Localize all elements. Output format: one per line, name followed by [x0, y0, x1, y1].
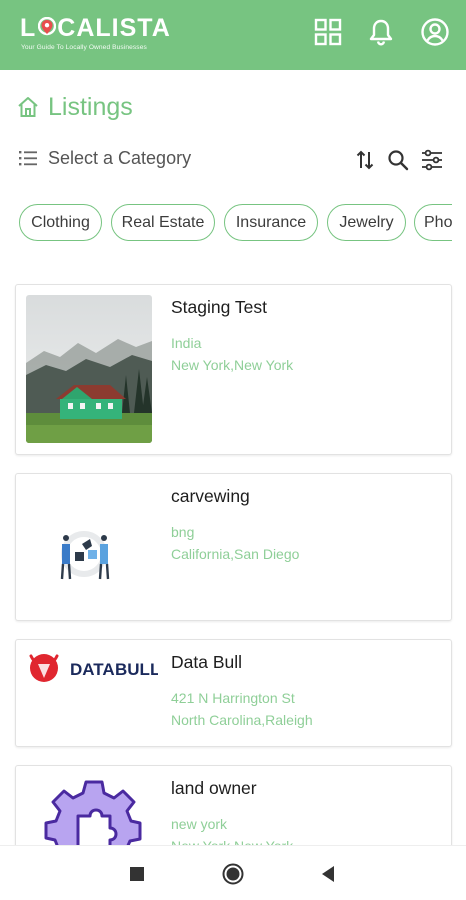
category-chips: Clothing Real Estate Insurance Jewelry P…: [0, 204, 452, 242]
chip-clothing[interactable]: Clothing: [19, 204, 102, 241]
listing-logo: [26, 484, 152, 612]
back-triangle-icon[interactable]: [316, 862, 340, 886]
sort-icon[interactable]: [353, 148, 377, 172]
app-screen: L CALISTA Your Guide To Locally Owned Bu…: [0, 0, 466, 900]
localista-logo[interactable]: L CALISTA Your Guide To Locally Owned Bu…: [20, 12, 200, 58]
chip-real-estate[interactable]: Real Estate: [111, 204, 215, 241]
listing-location: North Carolina,Raleigh: [171, 712, 313, 728]
listing-card[interactable]: Staging Test India New York,New York: [15, 284, 452, 455]
account-icon[interactable]: [420, 17, 450, 47]
listing-card[interactable]: carvewing bng California,San Diego: [15, 473, 452, 621]
logo-letter-l: L: [20, 14, 37, 42]
databull-logo: DATA BULL: [26, 646, 158, 692]
listing-subtitle: India: [171, 335, 202, 351]
list-icon: [19, 151, 37, 166]
home-circle-icon[interactable]: [221, 862, 245, 886]
chip-insurance[interactable]: Insurance: [224, 204, 318, 241]
chip-partial[interactable]: Pho: [414, 204, 452, 241]
chip-jewelry[interactable]: Jewelry: [327, 204, 406, 241]
system-nav-bar: [0, 845, 466, 900]
logo-wordmark: L CALISTA: [20, 14, 171, 43]
listing-title[interactable]: land owner: [171, 778, 257, 799]
listing-location: New York,New York: [171, 357, 294, 373]
logo-text-data: DATA: [70, 660, 115, 679]
listing-title[interactable]: carvewing: [171, 486, 250, 507]
page-title: Listings: [48, 92, 133, 121]
logo-text-bull: BULL: [115, 660, 158, 679]
listing-title[interactable]: Data Bull: [171, 652, 242, 673]
page-title-row: Listings: [16, 92, 133, 122]
filter-icon[interactable]: [420, 148, 444, 172]
listing-card[interactable]: DATA BULL Data Bull 421 N Harrington St …: [15, 639, 452, 747]
logo-letters-rest: CALISTA: [57, 14, 171, 42]
search-icon[interactable]: [386, 148, 410, 172]
grid-icon[interactable]: [313, 17, 343, 47]
app-header: L CALISTA Your Guide To Locally Owned Bu…: [0, 0, 466, 70]
recents-square-icon[interactable]: [125, 862, 149, 886]
category-label: Select a Category: [48, 147, 192, 168]
category-selector[interactable]: Select a Category: [18, 146, 191, 170]
listing-photo: [26, 295, 152, 443]
listing-subtitle: bng: [171, 524, 195, 540]
listing-subtitle: 421 N Harrington St: [171, 690, 295, 706]
listing-subtitle: new york: [171, 816, 228, 832]
home-icon: [18, 97, 38, 117]
map-pin-icon: [38, 16, 57, 39]
listing-title[interactable]: Staging Test: [171, 297, 267, 318]
logo-tagline: Your Guide To Locally Owned Businesses: [21, 44, 147, 51]
listing-location: California,San Diego: [171, 546, 300, 562]
bell-icon[interactable]: [366, 17, 396, 47]
